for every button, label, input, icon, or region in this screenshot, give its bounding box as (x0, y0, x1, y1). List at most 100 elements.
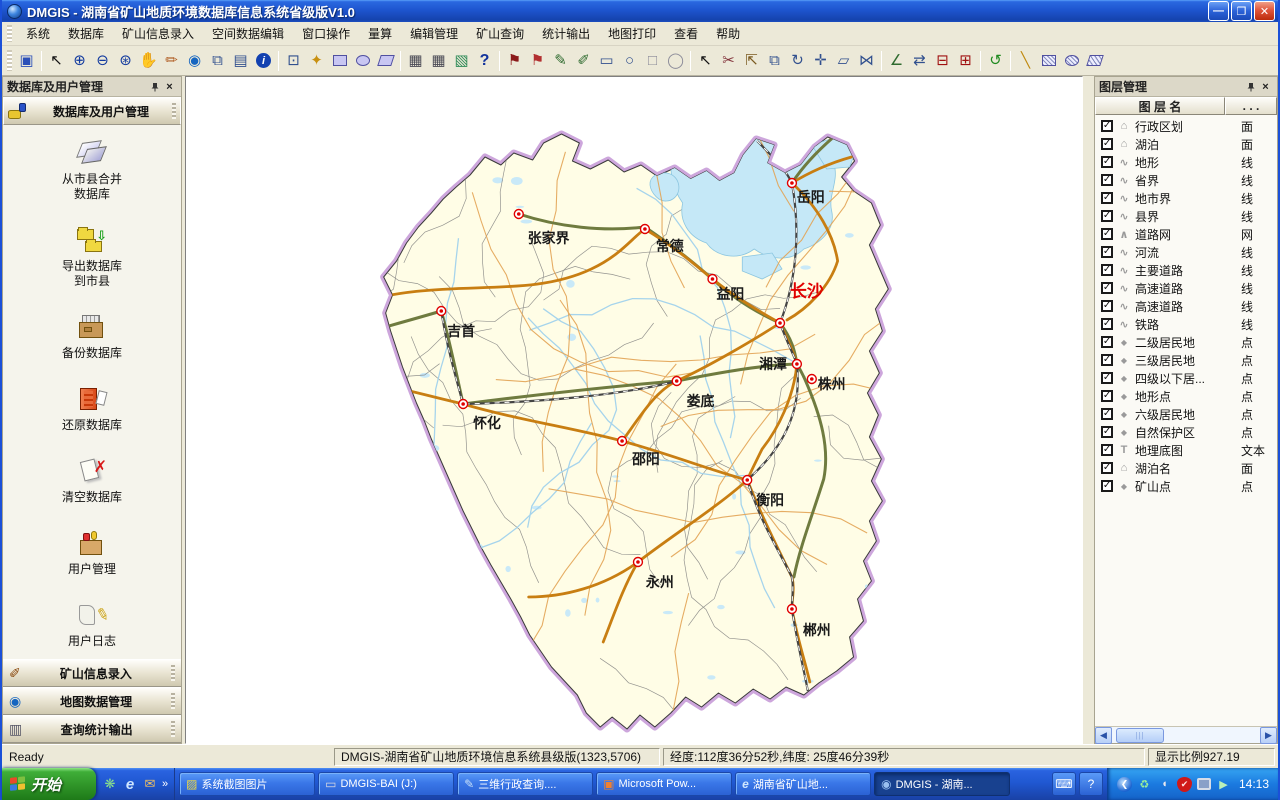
menu-item-5[interactable]: 量算 (359, 22, 401, 45)
toolbar-pan-hand-icon[interactable]: ✋ (137, 50, 160, 72)
layer-checkbox[interactable]: ✓ (1101, 462, 1113, 474)
task-button-1[interactable]: ▭DMGIS-BAI (J:) (318, 772, 454, 796)
toolbar-new-map-document-icon[interactable]: ▣ (15, 50, 38, 72)
toolbar-cut-icon[interactable]: ✂ (717, 50, 740, 72)
tray-display-icon[interactable] (1197, 778, 1211, 790)
layer-checkbox[interactable]: ✓ (1101, 480, 1113, 492)
menu-item-7[interactable]: 矿山查询 (467, 22, 533, 45)
layer-row-13[interactable]: ✓◆三级居民地点 (1095, 351, 1277, 369)
toolbar-hatch-polygon-icon[interactable] (1083, 50, 1106, 72)
left-panel-close-icon[interactable]: × (162, 80, 177, 94)
layer-row-10[interactable]: ✓∿高速道路线 (1095, 297, 1277, 315)
left-panel-item-user[interactable]: 用户管理 (68, 529, 116, 577)
layer-checkbox[interactable]: ✓ (1101, 426, 1113, 438)
layer-checkbox[interactable]: ✓ (1101, 372, 1113, 384)
layer-checkbox[interactable]: ✓ (1101, 318, 1113, 330)
layer-row-14[interactable]: ✓◆四级以下居...点 (1095, 369, 1277, 387)
toolbar-draw-polyline-icon[interactable]: ╲ (1014, 50, 1037, 72)
toolbar-fill-ellipse-icon[interactable] (351, 50, 374, 72)
scrollbar-thumb[interactable]: ||| (1116, 728, 1164, 743)
left-panel-group-header[interactable]: 数据库及用户管理 (3, 97, 181, 125)
layer-row-12[interactable]: ✓◆二级居民地点 (1095, 333, 1277, 351)
toolbar-world-view-icon[interactable]: ◉ (183, 50, 206, 72)
layer-checkbox[interactable]: ✓ (1101, 408, 1113, 420)
toolbar-grip[interactable] (7, 50, 12, 70)
layer-row-8[interactable]: ✓∿主要道路线 (1095, 261, 1277, 279)
layer-checkbox[interactable]: ✓ (1101, 246, 1113, 258)
toolbar-flag-select-icon[interactable]: ⚑ (503, 50, 526, 72)
tray-volume-icon[interactable]: ◖ (1157, 777, 1172, 792)
layer-panel-hscrollbar[interactable]: ◀ ||| ▶ (1095, 726, 1277, 743)
tray-network-drive-icon[interactable]: ▶ (1216, 777, 1231, 792)
layer-row-6[interactable]: ✓∧道路网网 (1095, 225, 1277, 243)
start-button[interactable]: 开始 (2, 768, 96, 800)
layer-checkbox[interactable]: ✓ (1101, 354, 1113, 366)
layer-panel-close-icon[interactable]: × (1258, 80, 1273, 94)
layer-row-1[interactable]: ✓⌂湖泊面 (1095, 135, 1277, 153)
task-button-5[interactable]: ◉DMGIS - 湖南... (874, 772, 1010, 796)
layer-row-5[interactable]: ✓∿县界线 (1095, 207, 1277, 225)
toolbar-undo-icon[interactable]: ↺ (984, 50, 1007, 72)
quick-launch-overflow-icon[interactable]: » (162, 778, 168, 790)
layer-row-18[interactable]: ✓T地理底图文本 (1095, 441, 1277, 459)
layer-row-3[interactable]: ✓∿省界线 (1095, 171, 1277, 189)
close-button[interactable]: ✕ (1254, 1, 1275, 21)
toolbar-redraw-brush-icon[interactable]: ✏ (160, 50, 183, 72)
menu-item-8[interactable]: 统计输出 (533, 22, 599, 45)
minimize-button[interactable]: — (1208, 1, 1229, 21)
quick-launch-msn-icon[interactable]: ❋ (102, 776, 118, 792)
toolbar-node-delete-icon[interactable]: ⊟ (931, 50, 954, 72)
toolbar-zoom-in-icon[interactable]: ⊕ (68, 50, 91, 72)
toolbar-print-preview-icon[interactable]: ⊡ (282, 50, 305, 72)
menu-item-0[interactable]: 系统 (17, 22, 59, 45)
layer-checkbox[interactable]: ✓ (1101, 336, 1113, 348)
toolbar-rect-outline-icon[interactable]: ▭ (595, 50, 618, 72)
toolbar-print-icon[interactable]: ▦ (404, 50, 427, 72)
toolbar-swap-direction-icon[interactable]: ⇄ (908, 50, 931, 72)
left-panel-item-clear[interactable]: ✗清空数据库 (62, 457, 122, 505)
layer-row-9[interactable]: ✓∿高速道路线 (1095, 279, 1277, 297)
layer-row-17[interactable]: ✓◆自然保护区点 (1095, 423, 1277, 441)
layer-checkbox[interactable]: ✓ (1101, 156, 1113, 168)
left-panel-item-backup[interactable]: 备份数据库 (62, 313, 122, 361)
layer-checkbox[interactable]: ✓ (1101, 120, 1113, 132)
toolbar-help-icon[interactable]: ? (473, 50, 496, 72)
toolbar-zoom-extent-icon[interactable]: ⊛ (114, 50, 137, 72)
toolbar-select-cursor-icon[interactable]: ↖ (45, 50, 68, 72)
layer-name-column-header[interactable]: 图 层 名 (1095, 97, 1225, 115)
quick-launch-ie-icon[interactable]: e (122, 776, 138, 792)
scroll-left-icon[interactable]: ◀ (1095, 727, 1112, 744)
layer-checkbox[interactable]: ✓ (1101, 300, 1113, 312)
toolbar-rotate-feature-icon[interactable]: ↻ (786, 50, 809, 72)
keyboard-icon[interactable]: ⌨ (1052, 772, 1076, 796)
task-button-4[interactable]: e湖南省矿山地... (735, 772, 871, 796)
left-panel-bar-0[interactable]: ✐矿山信息录入 (3, 659, 181, 687)
maximize-button[interactable]: ❐ (1231, 1, 1252, 21)
right-splitter[interactable] (1083, 76, 1094, 744)
layer-checkbox[interactable]: ✓ (1101, 444, 1113, 456)
menu-item-1[interactable]: 数据库 (59, 22, 113, 45)
help-tray-icon[interactable]: ? (1079, 772, 1103, 796)
layer-row-2[interactable]: ✓∿地形线 (1095, 153, 1277, 171)
scrollbar-track[interactable]: ||| (1112, 727, 1260, 744)
tray-collapse-icon[interactable]: ❮ (1117, 777, 1132, 792)
layer-more-column-header[interactable]: . . . (1225, 97, 1277, 115)
toolbar-attribute-form-icon[interactable]: ▤ (229, 50, 252, 72)
toolbar-measure-angle-icon[interactable]: ∠ (885, 50, 908, 72)
menu-item-4[interactable]: 窗口操作 (293, 22, 359, 45)
toolbar-hatch-ellipse-icon[interactable] (1060, 50, 1083, 72)
layer-row-19[interactable]: ✓⌂湖泊名面 (1095, 459, 1277, 477)
toolbar-move-feature-icon[interactable]: ✛ (809, 50, 832, 72)
left-panel-item-log[interactable]: ✎用户日志 (68, 601, 116, 649)
task-button-3[interactable]: ▣Microsoft Pow... (596, 772, 732, 796)
layer-checkbox[interactable]: ✓ (1101, 138, 1113, 150)
toolbar-copy-features-icon[interactable]: ⧉ (763, 50, 786, 72)
layer-row-11[interactable]: ✓∿铁路线 (1095, 315, 1277, 333)
menu-item-3[interactable]: 空间数据编辑 (203, 22, 293, 45)
toolbar-zoom-out-icon[interactable]: ⊖ (91, 50, 114, 72)
scroll-right-icon[interactable]: ▶ (1260, 727, 1277, 744)
menu-item-9[interactable]: 地图打印 (599, 22, 665, 45)
layer-checkbox[interactable]: ✓ (1101, 228, 1113, 240)
layer-panel-pin-icon[interactable] (1243, 80, 1258, 94)
left-panel-item-merge[interactable]: 从市县合并 数据库 (62, 139, 122, 202)
